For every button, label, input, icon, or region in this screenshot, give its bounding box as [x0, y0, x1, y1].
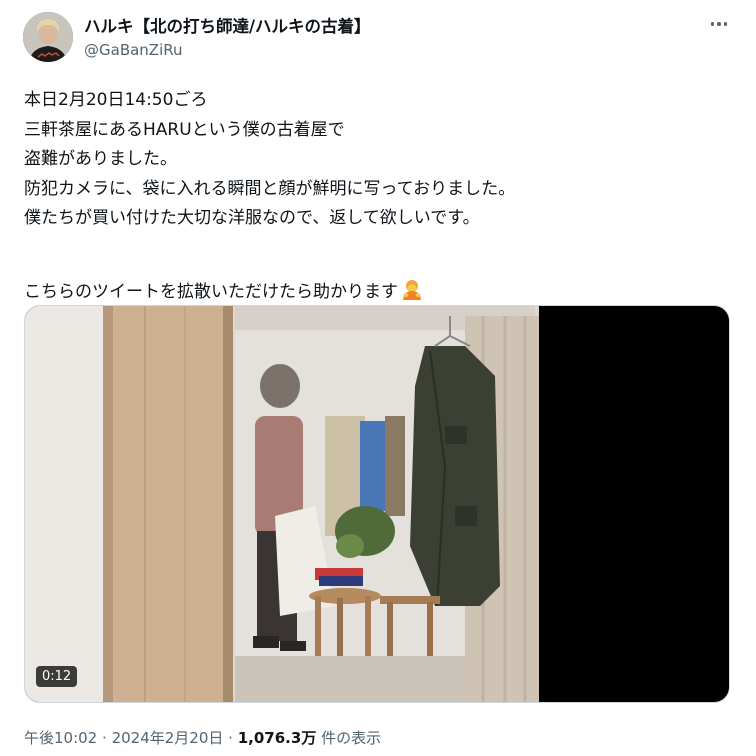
bowing-person-emoji	[400, 279, 424, 301]
tweet-line: 防犯カメラに、袋に入れる瞬間と顔が鮮明に写っておりました。	[24, 178, 516, 199]
tweet-text: 本日2月20日14:50ごろ 三軒茶屋にあるHARUという僕の古着屋で 盗難があ…	[24, 86, 734, 307]
tweet-date[interactable]: 2024年2月20日	[112, 729, 224, 747]
avatar[interactable]	[23, 12, 73, 62]
tweet-line-last: こちらのツイートを拡散いただけたら助かります	[24, 278, 734, 308]
meta-separator: ·	[228, 729, 233, 747]
tweet-line: 盗難がありました。	[24, 149, 177, 169]
tweet: ハルキ【北の打ち師達/ハルキの古着】 @GaBanZiRu 本日2月20日14:…	[0, 0, 756, 756]
tweet-line: こちらのツイートを拡散いただけたら助かります	[24, 281, 398, 302]
video-duration-badge[interactable]: 0:12	[36, 666, 78, 687]
author-display-name[interactable]: ハルキ【北の打ち師達/ハルキの古着】	[84, 13, 371, 37]
video-player[interactable]: 0:12	[24, 305, 730, 703]
tweet-line: 本日2月20日14:50ごろ	[24, 90, 208, 110]
views-label: 件の表示	[321, 729, 382, 747]
more-options-icon[interactable]	[705, 14, 733, 34]
tweet-line: 三軒茶屋にあるHARUという僕の古着屋で	[24, 119, 345, 140]
author-handle[interactable]: @GaBanZiRu	[84, 41, 183, 59]
views-count: 1,076.3万	[237, 729, 317, 747]
tweet-line: 僕たちが買い付けた大切な洋服なので、返して欲しいです。	[24, 208, 480, 228]
meta-separator: ·	[102, 729, 107, 747]
tweet-time[interactable]: 午後10:02	[24, 729, 97, 747]
video-frame[interactable]	[25, 306, 539, 702]
tweet-meta: 午後10:02 · 2024年2月20日 · 1,076.3万 件の表示	[24, 727, 381, 748]
